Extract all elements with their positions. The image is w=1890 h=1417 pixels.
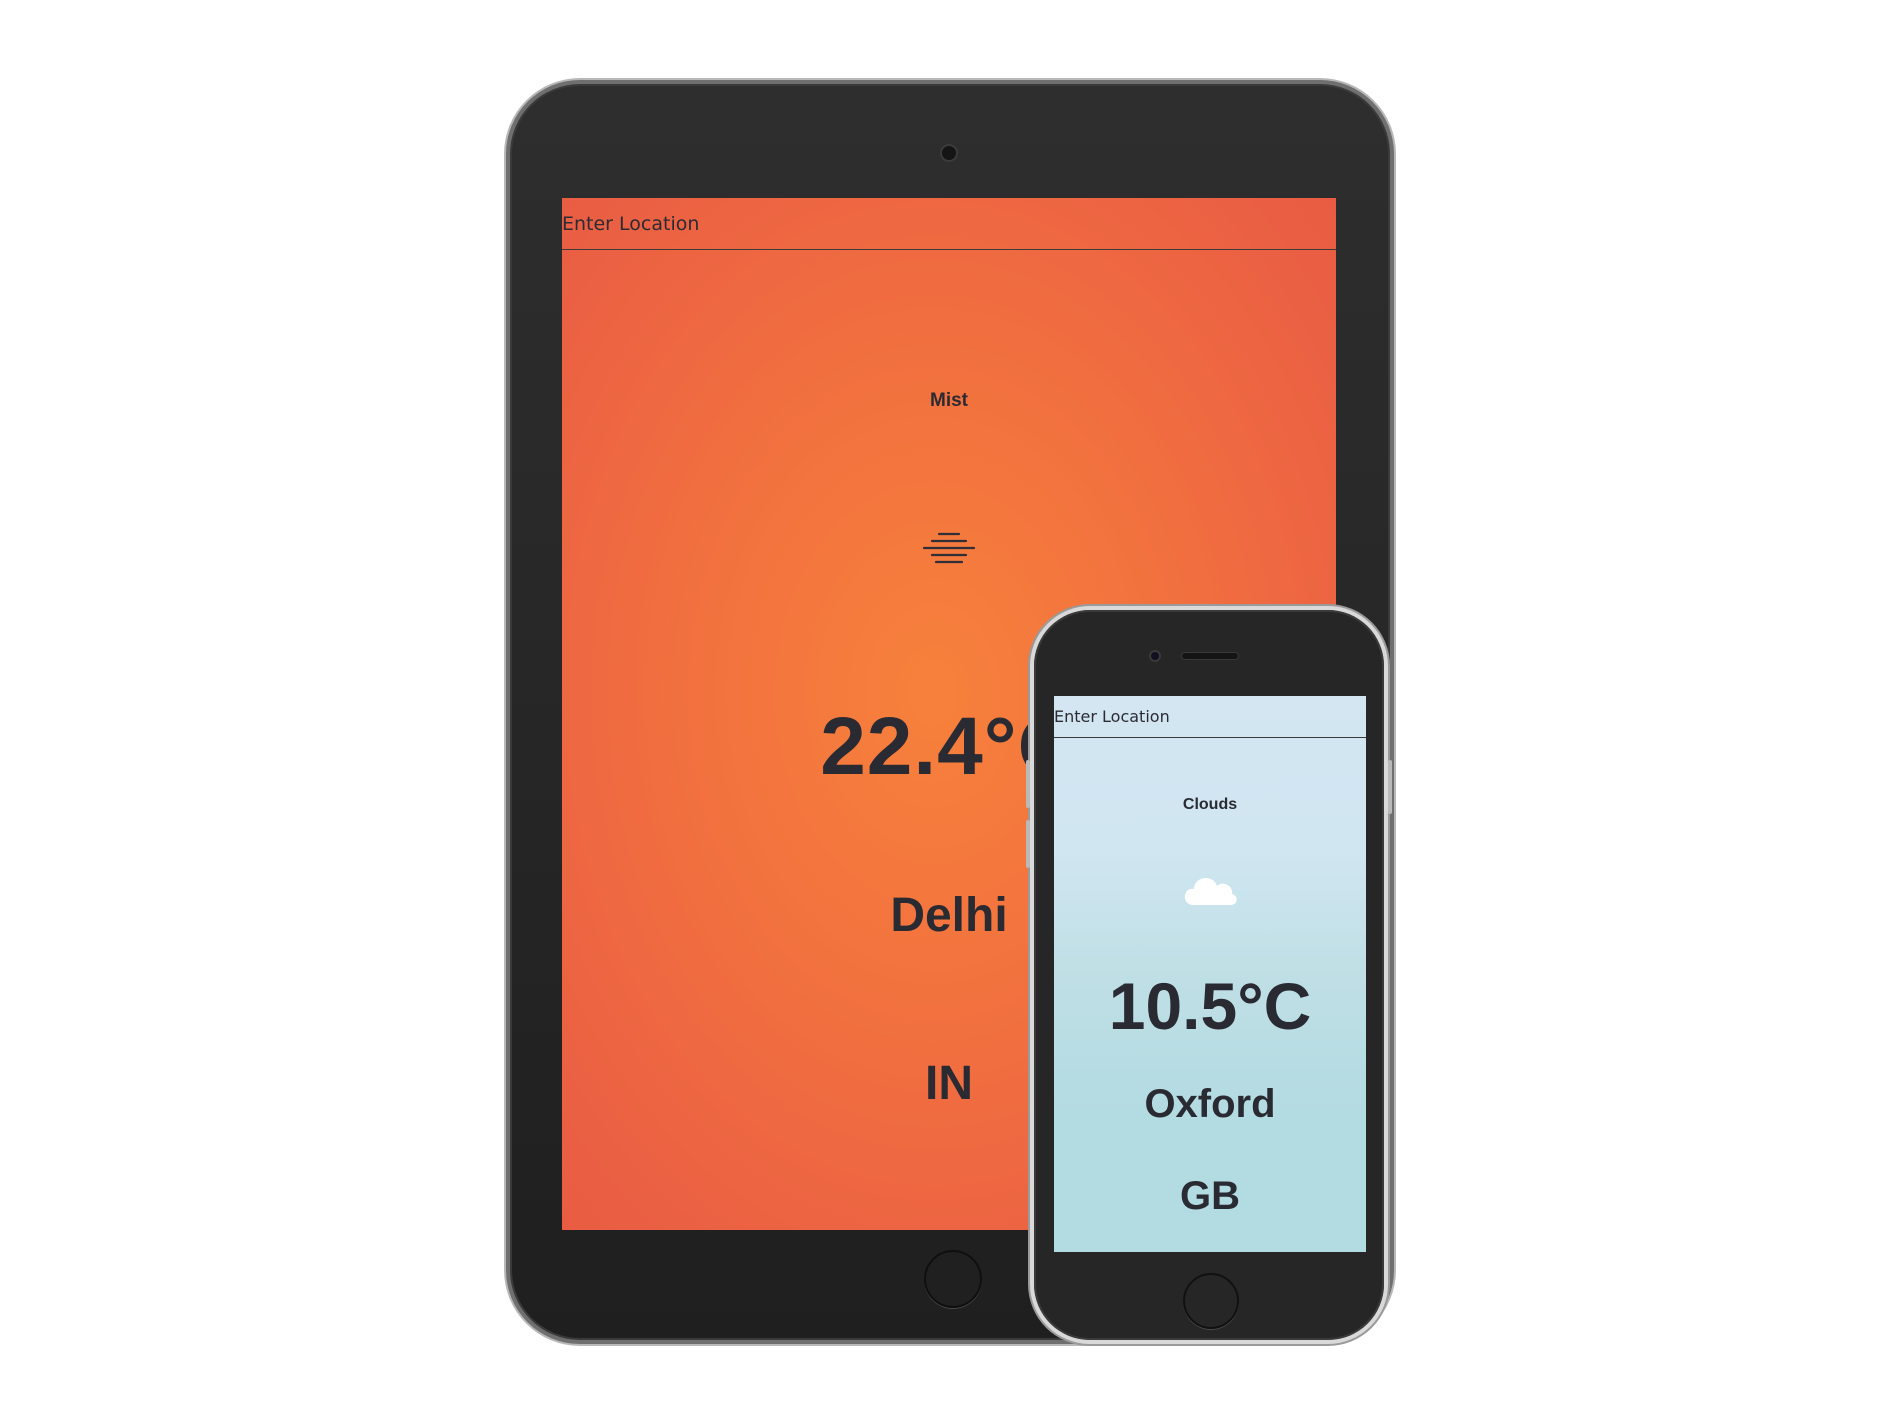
- cloud-icon: [1184, 878, 1237, 905]
- home-button[interactable]: [1183, 1273, 1239, 1329]
- device-mockup-stage: Mist 22.4°C Delhi IN: [0, 0, 1890, 1417]
- weather-condition: Clouds: [1182, 796, 1238, 813]
- weather-condition: Mist: [930, 390, 968, 411]
- mist-icon: [922, 532, 976, 564]
- weather-app: Clouds 10.5°C Oxford GB: [1054, 696, 1366, 1252]
- location-search-input[interactable]: [562, 198, 1336, 250]
- weather-icon-container: [1054, 872, 1366, 908]
- home-button[interactable]: [924, 1250, 982, 1308]
- country-code: GB: [1180, 1174, 1240, 1218]
- phone-device: Clouds 10.5°C Oxford GB: [1026, 610, 1392, 1340]
- city-name: Oxford: [1144, 1082, 1276, 1126]
- front-camera: [942, 146, 956, 160]
- volume-button: [1026, 760, 1030, 808]
- front-camera: [1151, 652, 1159, 660]
- weather-icon-container: [562, 530, 1336, 570]
- volume-button: [1026, 820, 1030, 868]
- power-button: [1388, 760, 1392, 814]
- location-search-input[interactable]: [1054, 696, 1366, 738]
- temperature-value: 10.5°C: [1108, 969, 1312, 1043]
- phone-screen: Clouds 10.5°C Oxford GB: [1054, 696, 1366, 1252]
- earpiece-speaker: [1182, 653, 1238, 659]
